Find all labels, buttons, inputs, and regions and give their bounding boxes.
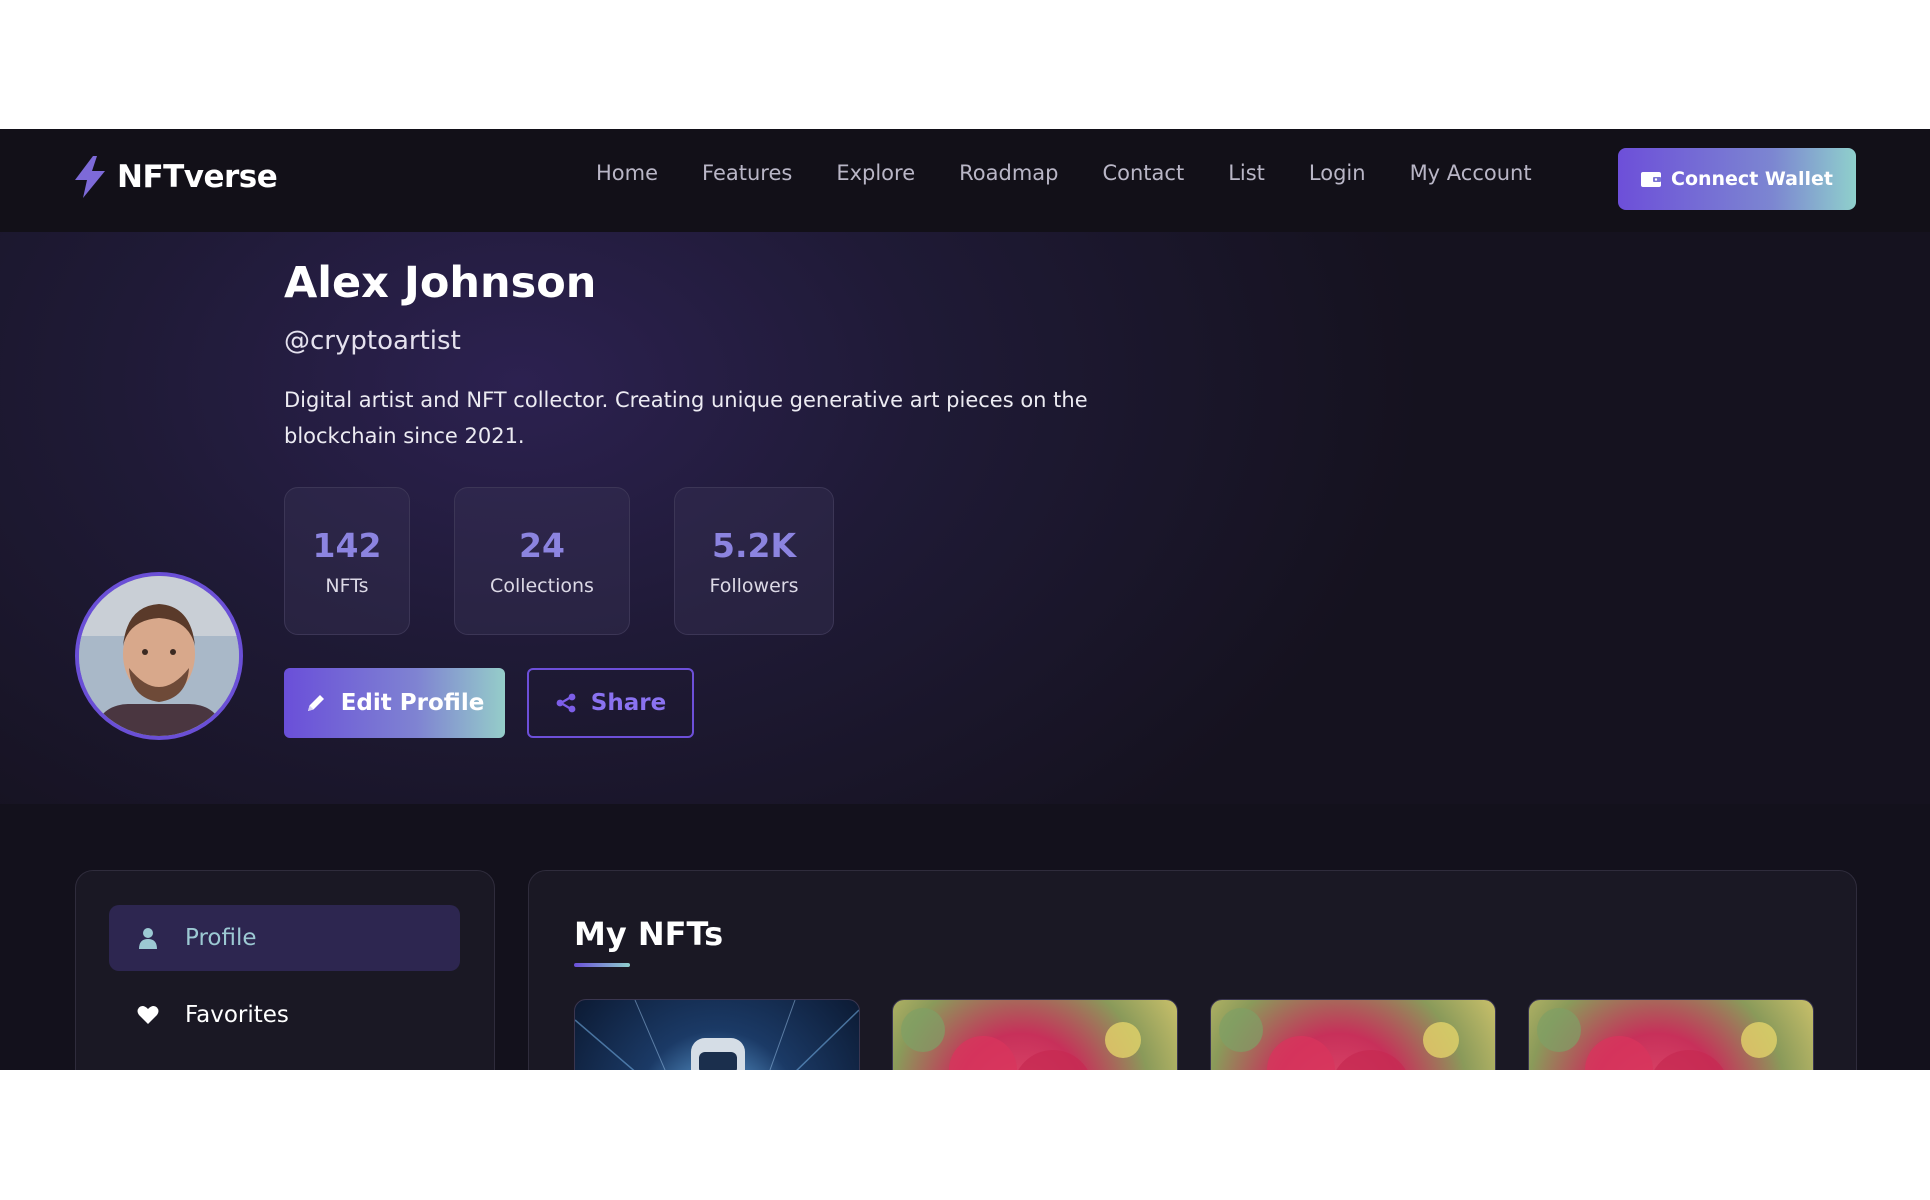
nft-card[interactable] <box>892 999 1178 1070</box>
nav-login[interactable]: Login <box>1309 161 1366 185</box>
stat-label: Followers <box>709 574 799 597</box>
section-title: My NFTs <box>574 915 724 953</box>
stat-label: Collections <box>490 574 594 597</box>
stat-value: 5.2K <box>711 525 797 565</box>
nav-roadmap[interactable]: Roadmap <box>959 161 1058 185</box>
pink-flowers-image <box>1537 1008 1777 1070</box>
stat-nfts: 142 NFTs <box>284 487 410 635</box>
pink-flowers-image <box>901 1008 1141 1070</box>
heart-icon <box>137 1006 159 1024</box>
user-icon <box>139 928 157 949</box>
share-button[interactable]: Share <box>527 668 694 738</box>
nav-list[interactable]: List <box>1228 161 1265 185</box>
profile-name: Alex Johnson <box>284 258 597 308</box>
nav-explore[interactable]: Explore <box>836 161 915 185</box>
share-label: Share <box>590 690 667 716</box>
top-navbar: NFTverse Home Features Explore Roadmap C… <box>0 129 1930 232</box>
nft-gallery-panel: My NFTs <box>528 870 1857 1070</box>
stat-followers: 5.2K Followers <box>674 487 834 635</box>
brand-name: NFTverse <box>117 159 278 195</box>
sidebar-item-label: Favorites <box>185 1002 289 1028</box>
avatar <box>75 572 243 740</box>
pencil-icon <box>307 695 324 711</box>
connect-wallet-label: Connect Wallet <box>1671 168 1833 190</box>
nft-card[interactable] <box>1210 999 1496 1070</box>
stat-label: NFTs <box>325 574 369 597</box>
stat-value: 142 <box>312 525 382 565</box>
nav-features[interactable]: Features <box>702 161 792 185</box>
nav-contact[interactable]: Contact <box>1102 161 1184 185</box>
title-underline <box>574 963 630 967</box>
profile-hero: Alex Johnson @cryptoartist Digital artis… <box>0 232 1930 804</box>
nav-my-account[interactable]: My Account <box>1410 161 1532 185</box>
share-icon <box>556 693 576 713</box>
tech-robot-image <box>575 1000 859 1070</box>
brand-logo[interactable]: NFTverse <box>73 156 278 198</box>
pink-flowers-image <box>1219 1008 1459 1070</box>
sidebar-item-profile[interactable]: Profile <box>109 905 460 971</box>
connect-wallet-button[interactable]: Connect Wallet <box>1618 148 1856 210</box>
stat-value: 24 <box>519 525 565 565</box>
avatar-photo <box>79 576 239 736</box>
nav-home[interactable]: Home <box>596 161 658 185</box>
wallet-icon <box>1641 172 1661 187</box>
profile-bio: Digital artist and NFT collector. Creati… <box>284 388 1088 448</box>
profile-handle: @cryptoartist <box>284 326 461 356</box>
nft-card[interactable] <box>574 999 860 1070</box>
account-sidebar: Profile Favorites <box>75 870 495 1070</box>
sidebar-item-favorites[interactable]: Favorites <box>109 982 460 1048</box>
app-viewport: NFTverse Home Features Explore Roadmap C… <box>0 129 1930 1070</box>
stat-collections: 24 Collections <box>454 487 630 635</box>
nav-links: Home Features Explore Roadmap Contact Li… <box>596 161 1532 185</box>
edit-profile-label: Edit Profile <box>340 690 485 716</box>
sidebar-item-label: Profile <box>185 925 257 951</box>
edit-profile-button[interactable]: Edit Profile <box>284 668 505 738</box>
lightning-icon <box>75 156 105 198</box>
nft-card[interactable] <box>1528 999 1814 1070</box>
